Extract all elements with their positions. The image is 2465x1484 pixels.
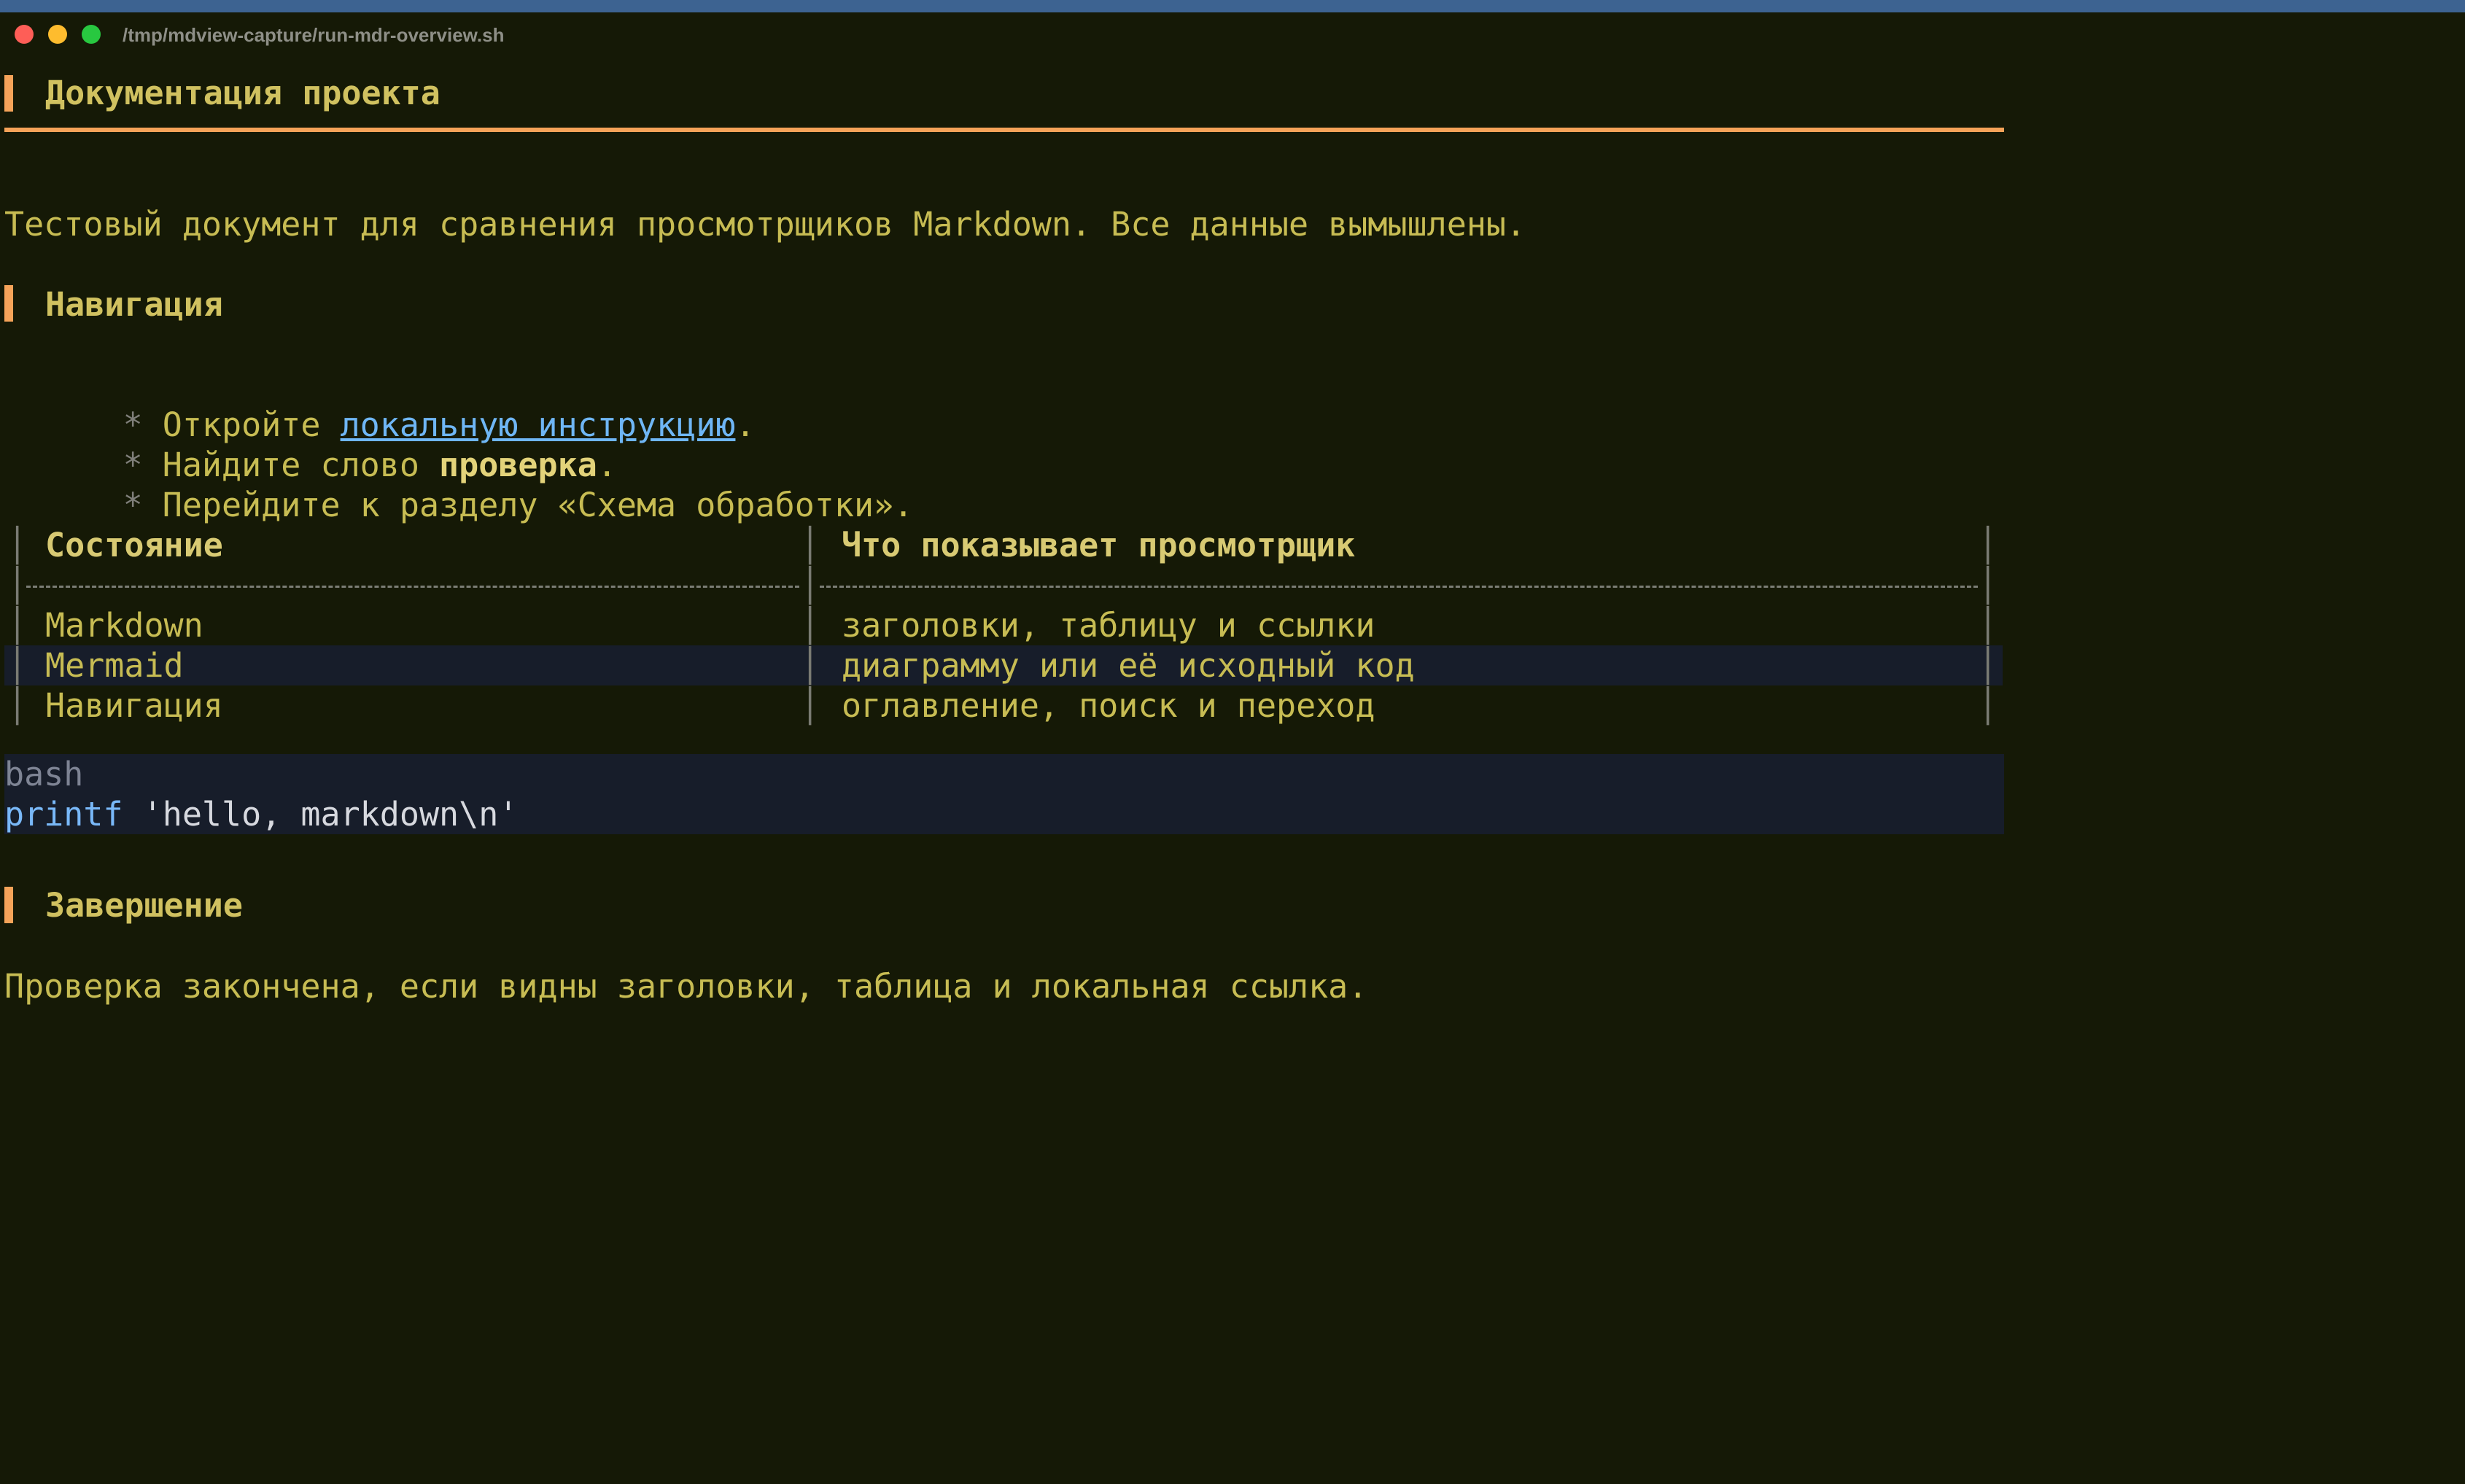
code-line: printf 'hello, markdown\n': [4, 794, 518, 834]
final-paragraph: Проверка закончена, если видны заголовки…: [4, 967, 1368, 1006]
nav-heading: Навигация: [45, 285, 223, 324]
table-border: │: [800, 606, 820, 645]
table-border: │: [7, 606, 28, 645]
table-border: │: [1978, 566, 1998, 605]
document-title: Документация проекта: [45, 74, 440, 112]
table-border: │: [1978, 606, 1998, 645]
table-border: │: [800, 566, 820, 605]
table-border: │: [1978, 646, 1998, 685]
table-cell: Markdown: [45, 606, 203, 645]
code-language-label: bash: [4, 755, 84, 793]
table-row-highlighted[interactable]: │ Mermaid │ диаграмму или её исходный ко…: [4, 645, 2003, 685]
table-border: │: [800, 646, 820, 685]
code-block: bash printf 'hello, markdown\n': [4, 754, 2004, 834]
list-item: * Найдите слово проверка.: [4, 405, 617, 484]
table-separator: [820, 586, 1978, 588]
table-cell: диаграмму или её исходный код: [842, 646, 1415, 685]
table-separator: [26, 586, 799, 588]
table-cell: заголовки, таблицу и ссылки: [842, 606, 1375, 645]
table-border: │: [7, 646, 28, 685]
final-heading: Завершение: [45, 886, 243, 925]
markdown-viewer: Документация проекта Тестовый документ д…: [0, 12, 2465, 1484]
table-border: │: [7, 566, 28, 605]
h1-marker: [4, 75, 13, 112]
table-header-row: │ Состояние │ Что показывает просмотрщик…: [4, 525, 2003, 565]
terminal-window: /tmp/mdview-capture/run-mdr-overview.sh …: [0, 12, 2465, 1484]
code-arguments: 'hello, markdown\n': [123, 795, 519, 834]
table-header-cell: Что показывает просмотрщик: [842, 526, 1356, 564]
table-border: │: [800, 526, 820, 564]
table-row: │ Markdown │ заголовки, таблицу и ссылки…: [4, 605, 2003, 645]
table-border: │: [7, 686, 28, 725]
code-command: printf: [4, 795, 123, 834]
table-cell: оглавление, поиск и переход: [842, 686, 1375, 725]
h1-underline: [4, 128, 2004, 132]
table-separator-row: │ │ │: [4, 565, 2003, 605]
list-item: * Перейдите к разделу «Схема обработки».: [4, 445, 914, 524]
h2-marker: [4, 887, 13, 923]
table-border: │: [7, 526, 28, 564]
table-cell: Mermaid: [45, 646, 184, 685]
table-header-cell: Состояние: [45, 526, 223, 564]
intro-paragraph: Тестовый документ для сравнения просмотр…: [4, 205, 1526, 244]
desktop-top-strip: [0, 0, 2465, 12]
table-border: │: [1978, 686, 1998, 725]
table-border: │: [800, 686, 820, 725]
list-item-text: Перейдите к разделу «Схема обработки».: [162, 486, 914, 524]
table-cell: Навигация: [45, 686, 223, 725]
table-border: │: [1978, 526, 1998, 564]
h2-marker: [4, 285, 13, 322]
table-row: │ Навигация │ оглавление, поиск и перехо…: [4, 685, 2003, 726]
list-item: * Откройте локальную инструкцию.: [4, 365, 756, 444]
list-item-suffix: .: [735, 405, 756, 444]
bullet-marker: *: [123, 486, 143, 524]
